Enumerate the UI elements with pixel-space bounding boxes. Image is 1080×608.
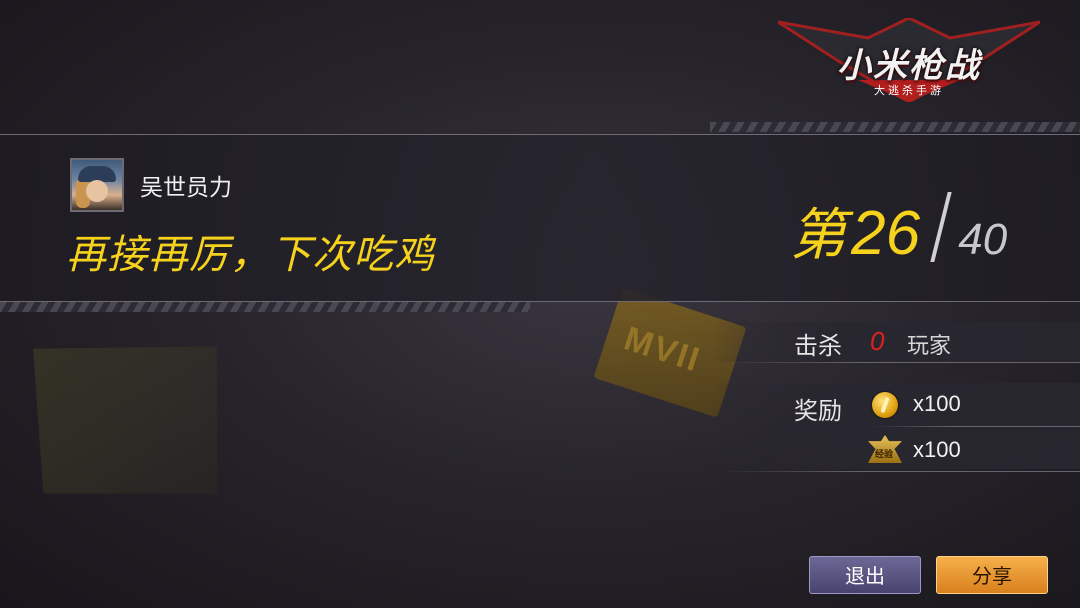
coin-reward-amount: x100 (913, 391, 961, 416)
rank-prefix: 第 (790, 203, 846, 268)
divider (870, 426, 1080, 427)
player-avatar (70, 158, 124, 212)
player-name: 吴世员力 (140, 175, 232, 201)
banner-stripe-top (710, 122, 1080, 132)
result-slogan: 再接再厉，下次吃鸡 (66, 232, 435, 278)
background-shard (13, 311, 246, 529)
logo-subtitle: 大逃杀手游 (874, 84, 944, 97)
divider (720, 362, 1080, 363)
divider (720, 471, 1080, 472)
kills-value: 0 (870, 326, 885, 356)
game-logo: 小米枪战 大逃杀手游 (778, 18, 1040, 102)
kills-unit: 玩家 (907, 334, 952, 359)
reward-label: 奖励 (794, 397, 842, 425)
banner-stripe-bottom (0, 302, 530, 312)
xp-reward-amount: x100 (913, 437, 961, 462)
rank-display: 第 26 40 (790, 190, 1007, 270)
experience-badge-text: 经验 (875, 450, 894, 460)
kills-row (710, 322, 1080, 362)
exit-button[interactable]: 退出 (809, 556, 921, 594)
share-button[interactable]: 分享 (936, 556, 1048, 594)
rank-divider (930, 192, 952, 262)
rank-total: 40 (958, 215, 1008, 264)
gold-coin-icon (872, 392, 898, 418)
kills-label: 击杀 (794, 332, 842, 360)
logo-title: 小米枪战 (837, 46, 981, 86)
rank-number: 26 (851, 199, 921, 268)
